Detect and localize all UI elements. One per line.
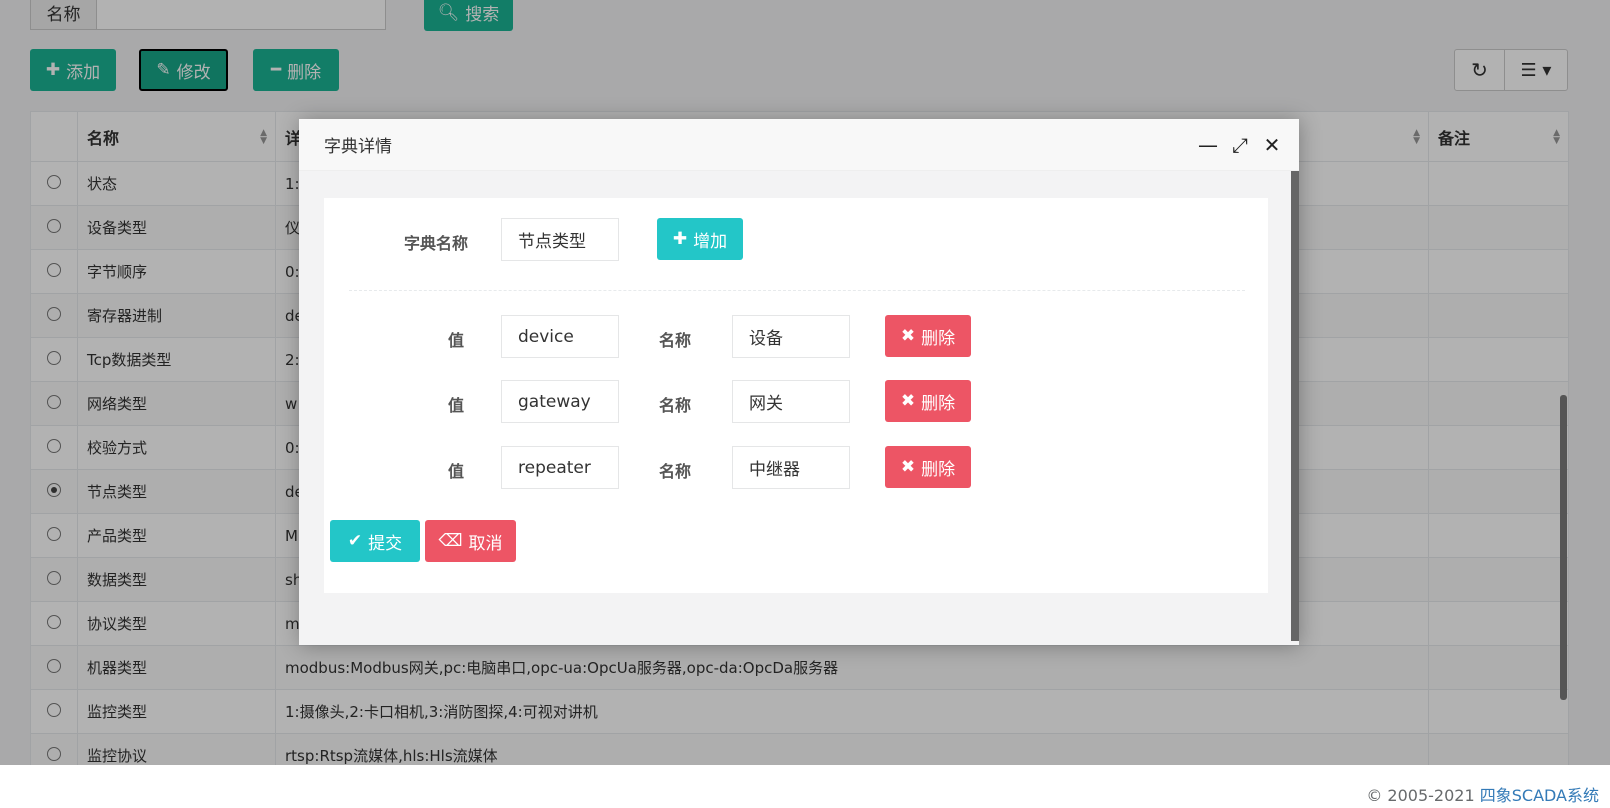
delete-entry-button[interactable]: ✖ 删除	[885, 315, 971, 357]
entry-name-input[interactable]: 设备	[732, 315, 850, 358]
delete-entry-label: 删除	[921, 393, 956, 414]
footer: © 2005-2021 四象SCADA系统	[0, 765, 1610, 808]
times-icon: ✖	[900, 391, 916, 411]
value-input[interactable]: device	[501, 315, 619, 358]
maximize-icon[interactable]: ⤢	[1229, 133, 1251, 157]
value-input[interactable]: gateway	[501, 380, 619, 423]
eraser-icon: ⌫	[438, 531, 463, 551]
cancel-button[interactable]: ⌫ 取消	[425, 520, 516, 562]
entry-name-label: 名称	[658, 331, 691, 350]
page-scrollbar[interactable]	[1560, 395, 1567, 700]
entry-name-label: 名称	[658, 396, 691, 415]
delete-entry-button[interactable]: ✖ 删除	[885, 380, 971, 422]
modal-scrollbar[interactable]	[1291, 171, 1299, 641]
dict-name-input[interactable]: 节点类型	[501, 218, 619, 261]
delete-entry-label: 删除	[921, 328, 956, 349]
cancel-label: 取消	[468, 533, 503, 554]
delete-entry-label: 删除	[921, 459, 956, 480]
modal-form-panel: 字典名称 节点类型 ✚ 增加 值 device 名称 设备 ✖ 删除值 gateway 名称网…	[324, 198, 1268, 593]
footer-copyright: © 2005-2021	[1366, 786, 1480, 805]
add-entry-label: 增加	[693, 231, 728, 252]
footer-link[interactable]: 四象SCADA系统	[1480, 786, 1599, 805]
minimize-icon[interactable]: —	[1197, 133, 1219, 157]
times-icon: ✖	[900, 457, 916, 477]
form-divider	[349, 290, 1245, 291]
dict-name-label: 字典名称	[403, 234, 468, 253]
add-entry-button[interactable]: ✚ 增加	[657, 218, 743, 260]
value-label: 值	[447, 331, 464, 350]
entry-name-input[interactable]: 网关	[732, 380, 850, 423]
times-icon: ✖	[900, 326, 916, 346]
entry-name-input[interactable]: 中继器	[732, 446, 850, 489]
value-input[interactable]: repeater	[501, 446, 619, 489]
check-icon: ✔	[347, 531, 363, 551]
close-icon[interactable]: ✕	[1261, 133, 1283, 157]
value-label: 值	[447, 462, 464, 481]
entry-name-label: 名称	[658, 462, 691, 481]
modal-header: 字典详情 — ⤢ ✕	[299, 119, 1299, 171]
dictionary-detail-modal: 字典详情 — ⤢ ✕ 字典名称 节点类型 ✚ 增加 值 device 名称 设备 ✖ 删除…	[299, 119, 1299, 645]
submit-label: 提交	[368, 533, 403, 554]
delete-entry-button[interactable]: ✖ 删除	[885, 446, 971, 488]
value-label: 值	[447, 396, 464, 415]
submit-button[interactable]: ✔ 提交	[330, 520, 420, 562]
modal-title: 字典详情	[324, 137, 392, 157]
plus-icon: ✚	[672, 229, 688, 249]
